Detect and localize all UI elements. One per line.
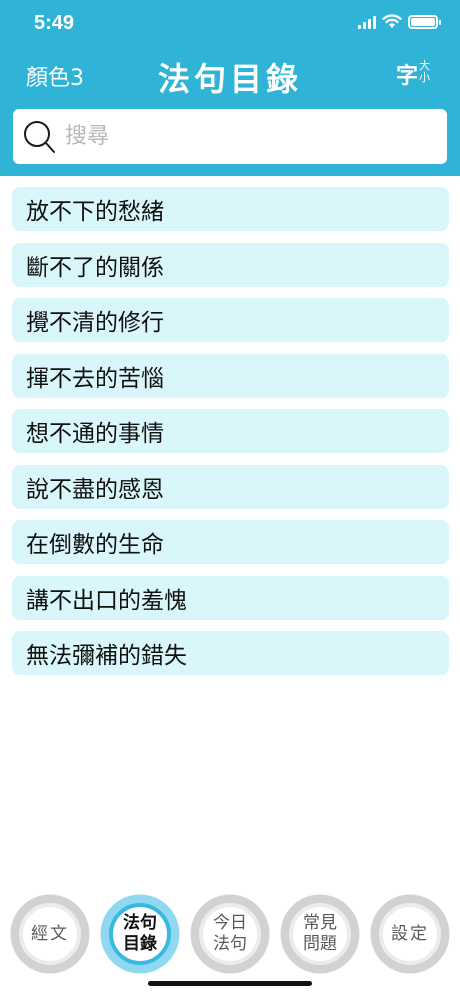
wifi-icon	[382, 14, 402, 28]
list-item[interactable]: 斷不了的關係	[12, 242, 449, 287]
tab-faq[interactable]: 常見問題	[278, 892, 362, 976]
list-item[interactable]: 攪不清的修行	[12, 298, 449, 342]
tab-label: 法句目錄	[123, 913, 157, 954]
list-item[interactable]: 無法彌補的錯失	[12, 631, 449, 675]
list-item[interactable]: 想不通的事情	[12, 409, 449, 453]
font-size-button[interactable]: 字 大 小	[396, 58, 430, 90]
list-item[interactable]: 揮不去的苦惱	[12, 353, 449, 398]
tab-label: 常見問題	[303, 913, 337, 954]
search-bar	[13, 109, 447, 164]
header-bar: 5:49 顏色3 法句目錄 字 大 小	[0, 0, 460, 176]
tab-settings[interactable]: 設定	[368, 892, 452, 976]
tab-label: 經文	[31, 923, 69, 944]
search-icon	[24, 120, 55, 153]
list-item[interactable]: 在倒數的生命	[12, 520, 449, 564]
list-item[interactable]: 講不出口的羞愧	[12, 575, 449, 620]
battery-icon	[408, 14, 441, 29]
status-icons	[358, 14, 441, 29]
list-item[interactable]: 放不下的愁緒	[12, 187, 449, 231]
status-time: 5:49	[34, 12, 75, 34]
tab-sutra[interactable]: 經文	[8, 892, 92, 976]
tab-bar: 經文 法句目錄 今日法句 常見問題 設定	[0, 892, 460, 982]
tab-daily-dharma[interactable]: 今日法句	[188, 892, 272, 976]
font-size-label: 字	[395, 64, 418, 89]
page-title: 法句目錄	[157, 60, 302, 98]
list-item[interactable]: 說不盡的感恩	[12, 464, 449, 509]
cellular-signal-icon	[358, 15, 376, 29]
search-input[interactable]	[63, 123, 427, 150]
tab-dharma-index[interactable]: 法句目錄	[98, 892, 182, 976]
home-indicator[interactable]	[148, 981, 312, 986]
font-size-decrease-label: 小	[419, 71, 430, 84]
tab-label: 設定	[391, 923, 429, 944]
dharma-list: 放不下的愁緒 斷不了的關係 攪不清的修行 揮不去的苦惱 想不通的事情 說不盡的感…	[12, 187, 449, 687]
tab-label: 今日法句	[213, 913, 247, 954]
